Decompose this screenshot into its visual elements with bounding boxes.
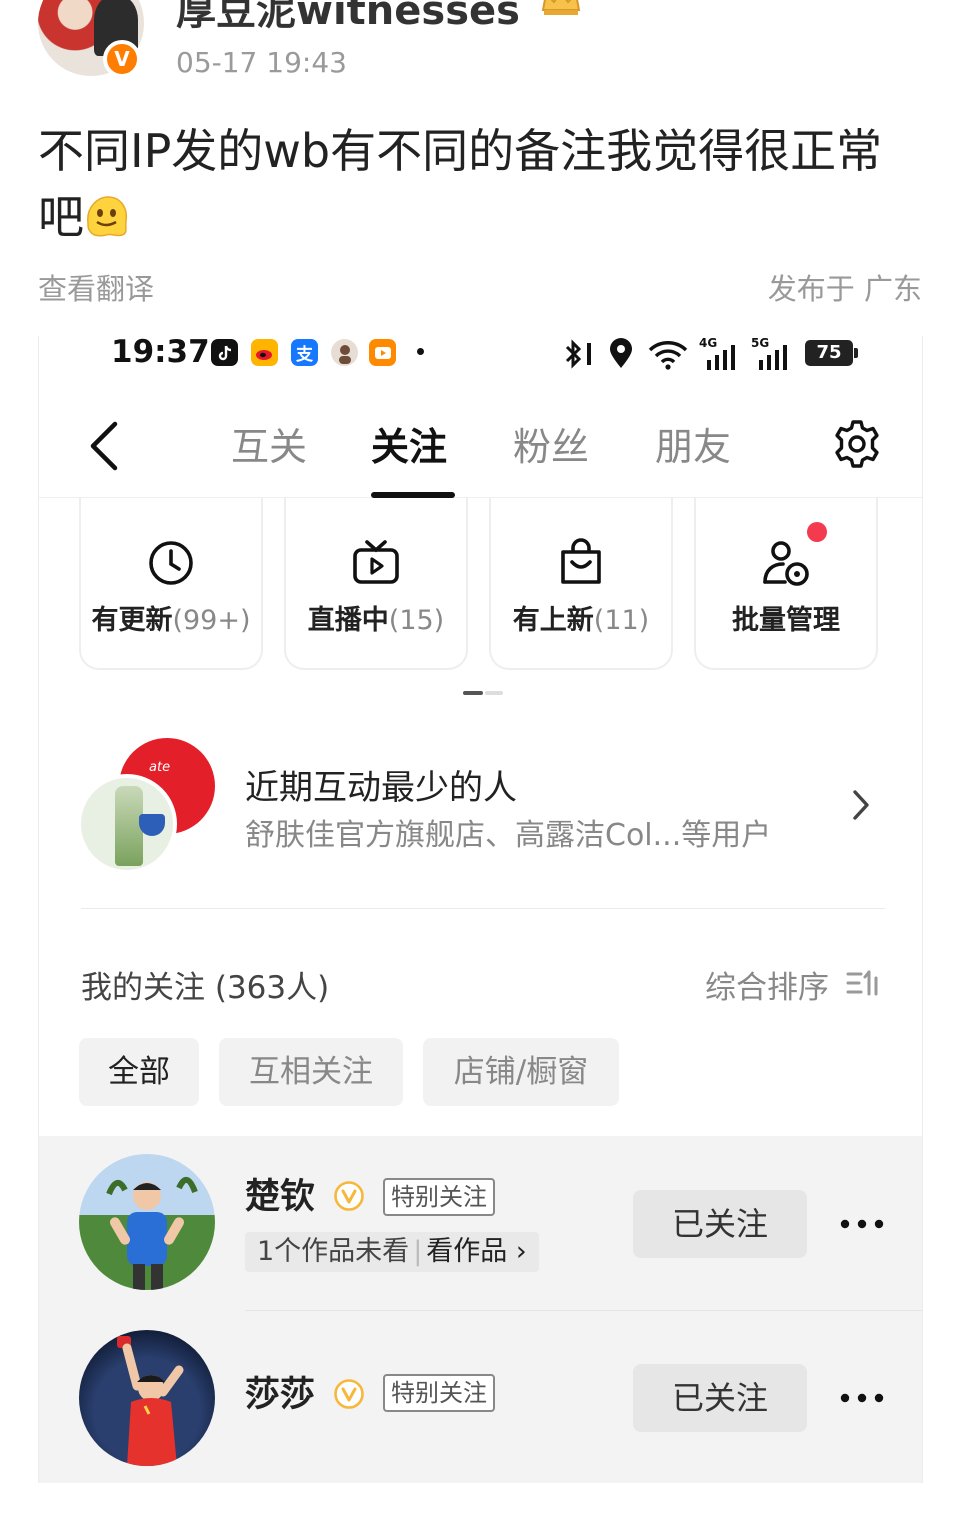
card-title: 直播中	[307, 605, 389, 636]
verified-v-icon	[334, 1379, 364, 1409]
list-item[interactable]: 莎莎 特别关注 已关注	[39, 1316, 922, 1483]
user-name[interactable]: 莎莎	[245, 1366, 315, 1417]
status-bar: 19:37 支 4G 5G 75	[39, 336, 922, 396]
least-interaction-title: 近期互动最少的人	[245, 768, 517, 808]
unwatched-label: 1个作品未看	[257, 1236, 410, 1267]
sort-icon[interactable]	[845, 968, 881, 998]
card-count: (11)	[593, 605, 650, 636]
filter-shop[interactable]: 店铺/橱窗	[423, 1038, 619, 1106]
brand-text: ate	[149, 760, 171, 775]
separator: |	[413, 1236, 423, 1267]
user-name[interactable]: 楚钦	[245, 1168, 315, 1219]
unwatched-works[interactable]: 1个作品未看 | 看作品 ›	[245, 1232, 539, 1272]
card-batch-manage[interactable]: 批量管理	[694, 498, 878, 670]
card-label: 有上新(11)	[491, 598, 671, 637]
card-label: 有更新(99+)	[81, 598, 261, 637]
douyin-icon	[211, 339, 238, 366]
avatar[interactable]	[79, 1154, 215, 1290]
filter-mutual[interactable]: 互相关注	[219, 1038, 403, 1106]
card-count: (15)	[388, 605, 445, 636]
card-title: 有上新	[512, 605, 594, 636]
safeguard-avatar	[77, 774, 177, 874]
tab-following[interactable]: 关注	[371, 422, 447, 472]
row-divider	[245, 1310, 922, 1311]
signal-4g: 4G	[699, 336, 739, 370]
following-count: 我的关注 (363人)	[81, 970, 330, 1006]
author-name[interactable]: 厚豆泥witnesses	[176, 0, 520, 36]
least-interaction-subtitle: 舒肤佳官方旗舰店、高露洁Col...等用户	[245, 818, 772, 853]
card-label: 批量管理	[732, 605, 840, 636]
post-location: 发布于 广东	[767, 272, 922, 306]
weibo-icon	[251, 339, 278, 366]
post-body: 不同IP发的wb有不同的备注我觉得很正常吧	[38, 124, 883, 244]
chevron-right-icon	[853, 790, 869, 820]
more-options-icon[interactable]	[839, 1392, 885, 1404]
page-indicator	[485, 691, 503, 695]
embedded-screenshot: 19:37 支 4G 5G 75 互关 关注 粉丝 朋友 有更新(99+) 直播…	[38, 336, 923, 1483]
card-title: 有更新	[91, 605, 173, 636]
wifi-icon	[648, 341, 688, 370]
avatar[interactable]	[79, 1330, 215, 1466]
followed-button[interactable]: 已关注	[633, 1364, 807, 1432]
battery-indicator: 75	[805, 340, 858, 366]
filter-all[interactable]: 全部	[79, 1038, 199, 1106]
more-options-icon[interactable]	[839, 1218, 885, 1230]
signal-5g-icon	[759, 345, 787, 370]
signal-4g-icon	[707, 345, 735, 370]
card-new-items[interactable]: 有上新(11)	[489, 498, 673, 670]
special-follow-tag: 特别关注	[383, 1374, 495, 1412]
melting-face-emoji-icon	[87, 196, 128, 237]
list-item[interactable]: 楚钦 特别关注 1个作品未看 | 看作品 › 已关注	[39, 1142, 922, 1312]
tab-mutual[interactable]: 互关	[231, 422, 307, 472]
status-dot	[417, 348, 424, 355]
card-count: (99+)	[172, 605, 251, 636]
card-label: 直播中(15)	[286, 598, 466, 637]
divider	[81, 908, 885, 909]
gear-icon[interactable]	[831, 418, 883, 470]
signal-5g: 5G	[751, 336, 791, 370]
notification-dot	[807, 522, 827, 542]
card-live[interactable]: 直播中(15)	[284, 498, 468, 670]
bluetooth-icon	[565, 339, 591, 369]
back-arrow-icon[interactable]	[85, 418, 125, 474]
tv-icon	[353, 540, 399, 584]
translate-link[interactable]: 查看翻译	[38, 266, 154, 308]
avatar-app-icon	[331, 339, 358, 366]
tab-friends[interactable]: 朋友	[655, 422, 731, 472]
quick-cards: 有更新(99+) 直播中(15) 有上新(11) 批量管理	[79, 498, 922, 670]
shopping-bag-icon	[561, 538, 601, 584]
status-time: 19:37	[111, 336, 210, 370]
card-updates[interactable]: 有更新(99+)	[79, 498, 263, 670]
clock-icon	[149, 541, 193, 585]
sort-button[interactable]: 综合排序	[705, 962, 829, 1007]
page-indicator-active	[463, 691, 483, 695]
post-time: 05-17 19:43	[176, 46, 347, 79]
user-manage-icon	[763, 541, 809, 586]
verified-v-icon	[334, 1181, 364, 1211]
special-follow-tag: 特别关注	[383, 1178, 495, 1216]
alipay-icon: 支	[291, 339, 318, 366]
crown-icon	[541, 0, 581, 15]
location-icon	[610, 338, 632, 368]
followed-button[interactable]: 已关注	[633, 1190, 807, 1258]
post-text: 不同IP发的wb有不同的备注我觉得很正常吧	[38, 118, 928, 250]
tab-fans[interactable]: 粉丝	[513, 422, 589, 472]
top-nav: 互关 关注 粉丝 朋友	[39, 396, 922, 498]
least-interaction-row[interactable]: ate 近期互动最少的人 舒肤佳官方旗舰店、高露洁Col...等用户	[39, 708, 922, 908]
video-app-icon	[369, 339, 396, 366]
watch-works-link[interactable]: 看作品 ›	[426, 1236, 526, 1267]
verified-badge: V	[103, 40, 141, 78]
